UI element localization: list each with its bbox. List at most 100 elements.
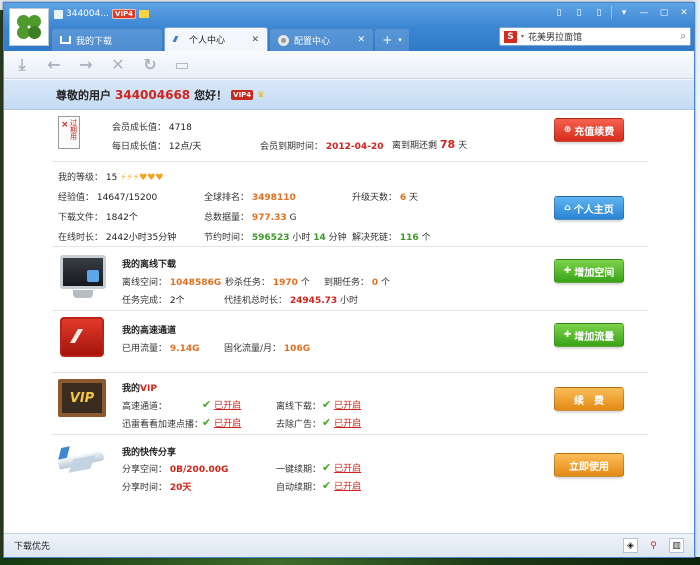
app-window: 344004... VIP4 ▯ ▯ ▯ ▾ — ▢ ✕ 我的下载 个人中心 ✕ bbox=[3, 2, 695, 558]
remain-unit: 天 bbox=[458, 141, 468, 151]
expire-task-row: 到期任务： 0 个 bbox=[324, 275, 390, 288]
minimize-button[interactable]: — bbox=[636, 6, 652, 19]
refresh-icon[interactable]: ↻ bbox=[140, 55, 160, 75]
thunder-booster-icon bbox=[60, 317, 104, 357]
message-icon[interactable]: ▯ bbox=[571, 6, 587, 19]
share-renew-status: ✔ 已开启 bbox=[322, 461, 361, 474]
maximize-button[interactable]: ▢ bbox=[656, 6, 672, 19]
expired-stamp-icon: × 过期用 bbox=[58, 116, 80, 149]
growth-value: 4718 bbox=[168, 123, 192, 133]
tab-label: 我的下载 bbox=[76, 36, 113, 47]
share-renew-row: 一键续期： bbox=[276, 462, 321, 475]
chevron-down-icon[interactable]: ▾ bbox=[521, 33, 524, 40]
upgrade-label: 升级天数： bbox=[352, 193, 398, 203]
search-engine-icon[interactable]: S bbox=[504, 30, 517, 43]
tab-close-icon[interactable]: ✕ bbox=[251, 35, 259, 45]
saved-time-row: 节约时间： 596523 小时 14 分钟 bbox=[204, 230, 347, 243]
plus-icon: ✚ bbox=[563, 330, 572, 340]
close-button[interactable]: ✕ bbox=[676, 6, 692, 19]
location-pin-icon[interactable]: ⚲ bbox=[646, 538, 661, 553]
plus-circle-icon: ⊕ bbox=[563, 125, 572, 135]
level-badge-icon: ⚡⚡⚡♥♥♥ bbox=[120, 173, 164, 183]
tab-personal-center[interactable]: 个人中心 ✕ bbox=[164, 27, 268, 51]
tab-config-center[interactable]: 配置中心 ✕ bbox=[270, 29, 373, 51]
thunder-icon bbox=[173, 34, 184, 45]
space-label: 离线空间： bbox=[122, 278, 168, 288]
home-icon[interactable]: ▭ bbox=[172, 55, 192, 75]
share-space-value: 0B/200.00G bbox=[169, 465, 229, 475]
skin-icon[interactable]: ▯ bbox=[551, 6, 567, 19]
share-auto-status: ✔ 已开启 bbox=[322, 479, 361, 492]
search-icon[interactable]: ⌕ bbox=[680, 31, 686, 42]
expire-value: 0 bbox=[371, 278, 379, 288]
chart-icon[interactable]: ▥ bbox=[669, 538, 684, 553]
download-priority-label[interactable]: 下载优先 bbox=[14, 539, 50, 552]
stop-icon[interactable]: ✕ bbox=[108, 55, 128, 75]
vip-section: VIP 我的VIP 高速通道： ✔ 已开启 离线下载： ✔ 已开启 迅雷看看加速… bbox=[52, 373, 648, 435]
instant-unit: 个 bbox=[300, 278, 310, 288]
chevron-down-icon[interactable]: ▾ bbox=[398, 36, 402, 44]
exp-label: 经验值： bbox=[58, 193, 95, 203]
back-icon[interactable]: ← bbox=[44, 55, 64, 75]
homepage-button[interactable]: ⌂ 个人主页 bbox=[554, 196, 624, 220]
renew-status-link[interactable]: 已开启 bbox=[334, 464, 361, 474]
search-input[interactable] bbox=[528, 31, 659, 42]
hang-unit: 小时 bbox=[340, 296, 359, 306]
add-traffic-button[interactable]: ✚ 增加流量 bbox=[554, 323, 624, 347]
vip-xunlei-row: 迅雷看看加速点播： bbox=[122, 417, 203, 430]
user-id-short: 344004... bbox=[66, 9, 109, 19]
user-avatar[interactable] bbox=[9, 8, 49, 46]
speed-mode-icon[interactable]: ◈ bbox=[623, 538, 638, 553]
title-bar: 344004... VIP4 ▯ ▯ ▯ ▾ — ▢ ✕ 我的下载 个人中心 ✕ bbox=[4, 3, 694, 51]
status-bar: 下载优先 ◈ ⚲ ▥ bbox=[4, 533, 694, 557]
check-icon: ✔ bbox=[322, 398, 332, 411]
plus-icon: + bbox=[382, 33, 393, 47]
tab-close-icon[interactable]: ✕ bbox=[357, 35, 365, 45]
auto-status-link[interactable]: 已开启 bbox=[334, 482, 361, 492]
auto-label: 自动续期： bbox=[276, 483, 322, 493]
check-icon: ✔ bbox=[322, 416, 332, 429]
exp-row: 经验值： 14647/15200 bbox=[58, 190, 157, 203]
fast-status-link[interactable]: 已开启 bbox=[214, 401, 241, 411]
use-now-button[interactable]: 立即使用 bbox=[554, 453, 624, 477]
tab-my-downloads[interactable]: 我的下载 bbox=[52, 29, 162, 51]
user-summary[interactable]: 344004... VIP4 bbox=[54, 9, 149, 19]
upgrade-row: 升级天数： 6 天 bbox=[352, 190, 418, 203]
offline-space-row: 离线空间： 1048586G bbox=[122, 275, 221, 288]
mail-icon[interactable] bbox=[138, 10, 149, 18]
new-tab-button[interactable]: + ▾ bbox=[375, 29, 409, 51]
renew-button[interactable]: 续 费 bbox=[554, 387, 624, 411]
used-value: 9.14G bbox=[169, 344, 200, 354]
homepage-label: 个人主页 bbox=[573, 204, 614, 216]
download-icon[interactable]: ⤓ bbox=[12, 55, 32, 75]
share-time-label: 分享时间： bbox=[122, 483, 168, 493]
recharge-button[interactable]: ⊕ 充值续费 bbox=[554, 118, 624, 142]
used-label: 已用流量： bbox=[122, 344, 168, 354]
daily-label: 每日成长值： bbox=[112, 142, 167, 152]
forward-icon[interactable]: → bbox=[76, 55, 96, 75]
offline-status-link[interactable]: 已开启 bbox=[334, 401, 361, 411]
clover-icon bbox=[15, 13, 43, 41]
share-section: 我的快传分享 分享空间： 0B/200.00G 一键续期： ✔ 已开启 分享时间… bbox=[52, 435, 648, 499]
deadlock-unit: 个 bbox=[421, 233, 431, 243]
nav-toolbar: ⤓ ← → ✕ ↻ ▭ bbox=[4, 51, 694, 79]
add-space-button[interactable]: ✚ 增加空间 bbox=[554, 259, 624, 283]
xunlei-status-link[interactable]: 已开启 bbox=[214, 419, 241, 429]
vip-offline-row: 离线下载： bbox=[276, 399, 321, 412]
hang-value: 24945.73 bbox=[289, 296, 338, 306]
menu-dropdown-icon[interactable]: ▾ bbox=[616, 6, 632, 19]
shirt-icon[interactable]: ▯ bbox=[591, 6, 607, 19]
remaining-row: 离到期还剩 78 天 bbox=[392, 138, 467, 151]
saved-minutes-unit: 分钟 bbox=[328, 233, 347, 243]
monitor-icon bbox=[60, 255, 106, 298]
greeting-suffix: 您好！ bbox=[194, 88, 228, 102]
level-label: 我的等级： bbox=[58, 173, 104, 183]
rank-row: 全球排名： 3498110 bbox=[204, 190, 296, 203]
ads-status-link[interactable]: 已开启 bbox=[334, 419, 361, 429]
offline-title: 我的离线下载 bbox=[122, 260, 177, 270]
greeting-banner: 尊敬的用户 344004668 您好！ VIP4 ♛ bbox=[4, 80, 694, 110]
vip-board-text: VIP bbox=[69, 390, 95, 406]
tab-label: 配置中心 bbox=[294, 36, 331, 47]
saved-minutes: 14 bbox=[313, 233, 326, 243]
desktop-wallpaper-strip bbox=[0, 557, 700, 565]
